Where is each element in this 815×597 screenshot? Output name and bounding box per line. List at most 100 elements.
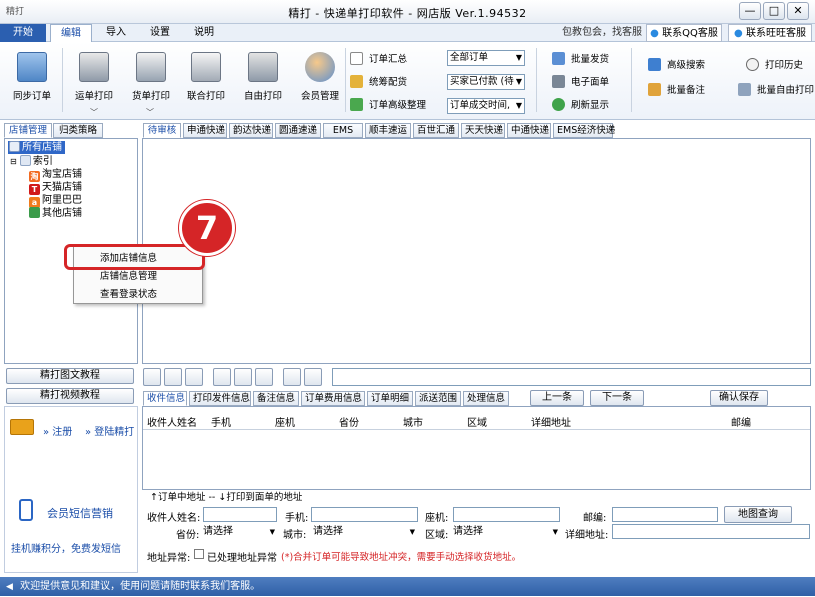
payment-status-select[interactable]: 买家已付款 (待 ▼ xyxy=(447,74,525,90)
combined-print-button[interactable]: 联合打印 xyxy=(183,52,229,108)
tree-shop-tmall[interactable]: T 天猫店铺 xyxy=(29,181,82,195)
tab-process-info[interactable]: 处理信息 xyxy=(463,391,509,406)
next-record-button[interactable]: 下一条 xyxy=(590,390,644,406)
tab-sender-info[interactable]: 打印发件信息 xyxy=(189,391,251,406)
tab-ems-economy[interactable]: EMS经济快递 xyxy=(553,123,615,138)
refresh-button[interactable]: 刷新显示 xyxy=(552,97,609,115)
tab-zto[interactable]: 中通快递 xyxy=(507,123,551,138)
tab-fee-info[interactable]: 订单费用信息 xyxy=(301,391,365,406)
tab-pending-review[interactable]: 待审核 xyxy=(143,123,181,138)
province-select[interactable]: 请选择 ▼ xyxy=(203,525,277,539)
map-search-button[interactable]: 地图查询 xyxy=(724,506,792,523)
sync-orders-button[interactable]: 同步订单 xyxy=(9,52,55,108)
menu-help[interactable]: 说明 xyxy=(184,24,224,42)
tab-yunda[interactable]: 韵达快递 xyxy=(229,123,273,138)
tab-ems[interactable]: EMS xyxy=(323,123,363,138)
free-print-button[interactable]: 自由打印 xyxy=(240,52,286,108)
advanced-sort-button[interactable]: 订单高级整理 xyxy=(350,97,426,115)
register-link[interactable]: » 注册 xyxy=(43,423,72,438)
processed-checkbox[interactable] xyxy=(194,549,204,559)
toolbar-icon[interactable] xyxy=(304,368,322,386)
tree-shop-alibaba[interactable]: a 阿里巴巴 xyxy=(29,194,82,208)
column-header: 座机 xyxy=(275,418,295,429)
toolbar-icon[interactable] xyxy=(283,368,301,386)
member-management-button[interactable]: 会员管理 xyxy=(297,52,343,108)
members-icon xyxy=(305,52,335,82)
order-filter-select[interactable]: 全部订单 ▼ xyxy=(447,50,525,66)
tab-tiantian[interactable]: 天天快递 xyxy=(461,123,505,138)
batch-free-print-button[interactable]: 批量自由打印 xyxy=(738,82,814,100)
toolbar-icon[interactable] xyxy=(255,368,273,386)
column-header: 邮编 xyxy=(731,418,751,429)
advanced-sort-label: 订单高级整理 xyxy=(369,100,427,111)
earn-points-link[interactable]: 挂机赚积分，免费发短信 xyxy=(11,540,121,555)
qq-service-label: 联系QQ客服 xyxy=(662,28,718,39)
toolbar-icon[interactable] xyxy=(143,368,161,386)
menu-settings[interactable]: 设置 xyxy=(140,24,180,42)
collapse-icon[interactable]: ⊟ xyxy=(10,157,17,166)
toolbar-icon[interactable] xyxy=(234,368,252,386)
qq-service-button[interactable]: ● 联系QQ客服 xyxy=(646,24,722,42)
previous-record-button[interactable]: 上一条 xyxy=(530,390,584,406)
city-select[interactable]: 请选择 ▼ xyxy=(313,525,417,539)
tree-node-index[interactable]: ⊟ 索引 xyxy=(10,155,53,168)
allocation-button[interactable]: 统筹配货 xyxy=(350,74,407,92)
advanced-search-button[interactable]: 高级搜索 xyxy=(648,57,705,75)
tab-yto[interactable]: 圆通速递 xyxy=(275,123,321,138)
order-list-area[interactable] xyxy=(142,138,811,364)
detail-search-input[interactable] xyxy=(332,368,811,386)
batch-remark-button[interactable]: 批量备注 xyxy=(648,82,705,100)
toolbar-icon[interactable] xyxy=(164,368,182,386)
chevron-down-icon[interactable]: ﹀ xyxy=(146,107,154,118)
order-summary-button[interactable]: 订单汇总 xyxy=(350,51,407,69)
login-link[interactable]: » 登陆精打 xyxy=(85,423,134,438)
tab-classification-strategy[interactable]: 归类策略 xyxy=(53,123,103,138)
tab-sf-express[interactable]: 顺丰速运 xyxy=(365,123,411,138)
invoice-print-button[interactable]: 货单打印 xyxy=(128,52,174,108)
chevron-down-icon[interactable]: ﹀ xyxy=(90,107,98,118)
phone-input[interactable] xyxy=(453,507,560,522)
tab-sto[interactable]: 申通快递 xyxy=(183,123,227,138)
wangwang-service-button[interactable]: ● 联系旺旺客服 xyxy=(728,24,812,42)
text-tutorial-button[interactable]: 精打图文教程 xyxy=(6,368,134,384)
sort-by-select[interactable]: 订单成交时间, ▼ xyxy=(447,98,525,114)
waybill-print-button[interactable]: 运单打印 xyxy=(71,52,117,108)
maximize-button[interactable]: □ xyxy=(763,2,785,20)
tab-remark-info[interactable]: 备注信息 xyxy=(253,391,299,406)
menu-item-login-status[interactable]: 查看登录状态 xyxy=(100,286,157,303)
menu-import[interactable]: 导入 xyxy=(96,24,136,42)
menu-item-shop-management[interactable]: 店铺信息管理 xyxy=(100,268,157,285)
status-message: 欢迎提供意见和建议，使用问题请随时联系我们客服。 xyxy=(20,581,261,592)
toolbar-icon[interactable] xyxy=(213,368,231,386)
video-tutorial-button[interactable]: 精打视频教程 xyxy=(6,388,134,404)
district-select[interactable]: 请选择 ▼ xyxy=(453,525,560,539)
recipient-name-input[interactable] xyxy=(203,507,277,522)
tree-root-all-shops[interactable]: 所有店铺 xyxy=(8,141,65,154)
batch-ship-button[interactable]: 批量发货 xyxy=(552,51,609,69)
alibaba-shop-label: 阿里巴巴 xyxy=(42,195,82,206)
close-button[interactable]: ✕ xyxy=(787,2,809,20)
printer-truck-icon xyxy=(79,52,109,82)
detailed-address-input[interactable] xyxy=(612,524,810,539)
e-waybill-button[interactable]: 电子面单 xyxy=(552,74,609,92)
tree-shop-taobao[interactable]: 淘淘宝店铺 xyxy=(29,168,82,182)
phone-icon xyxy=(19,499,33,521)
free-print-icon xyxy=(248,52,278,82)
tab-recipient-info[interactable]: 收件信息 xyxy=(143,391,187,406)
tab-best-express[interactable]: 百世汇通 xyxy=(413,123,459,138)
menu-edit[interactable]: 编辑 xyxy=(50,24,92,42)
menu-start[interactable]: 开始 xyxy=(0,24,46,42)
zip-input[interactable] xyxy=(612,507,718,522)
merge-warning-text: (*)合并订单可能导致地址冲突，需要手动选择收货地址。 xyxy=(281,552,522,563)
tab-delivery-range[interactable]: 派送范围 xyxy=(415,391,461,406)
toolbar-icon[interactable] xyxy=(185,368,203,386)
tab-order-detail[interactable]: 订单明细 xyxy=(367,391,413,406)
confirm-save-button[interactable]: 确认保存 xyxy=(710,390,768,406)
mobile-input[interactable] xyxy=(311,507,418,522)
tab-shop-management[interactable]: 店铺管理 xyxy=(4,123,52,138)
tree-shop-other[interactable]: 其他店铺 xyxy=(29,207,82,220)
minimize-button[interactable]: — xyxy=(739,2,761,20)
print-history-button[interactable]: 打印历史 xyxy=(746,57,803,75)
sms-marketing-link[interactable]: 会员短信营销 xyxy=(47,505,113,521)
dropdown-arrow-icon: ▼ xyxy=(409,528,415,536)
